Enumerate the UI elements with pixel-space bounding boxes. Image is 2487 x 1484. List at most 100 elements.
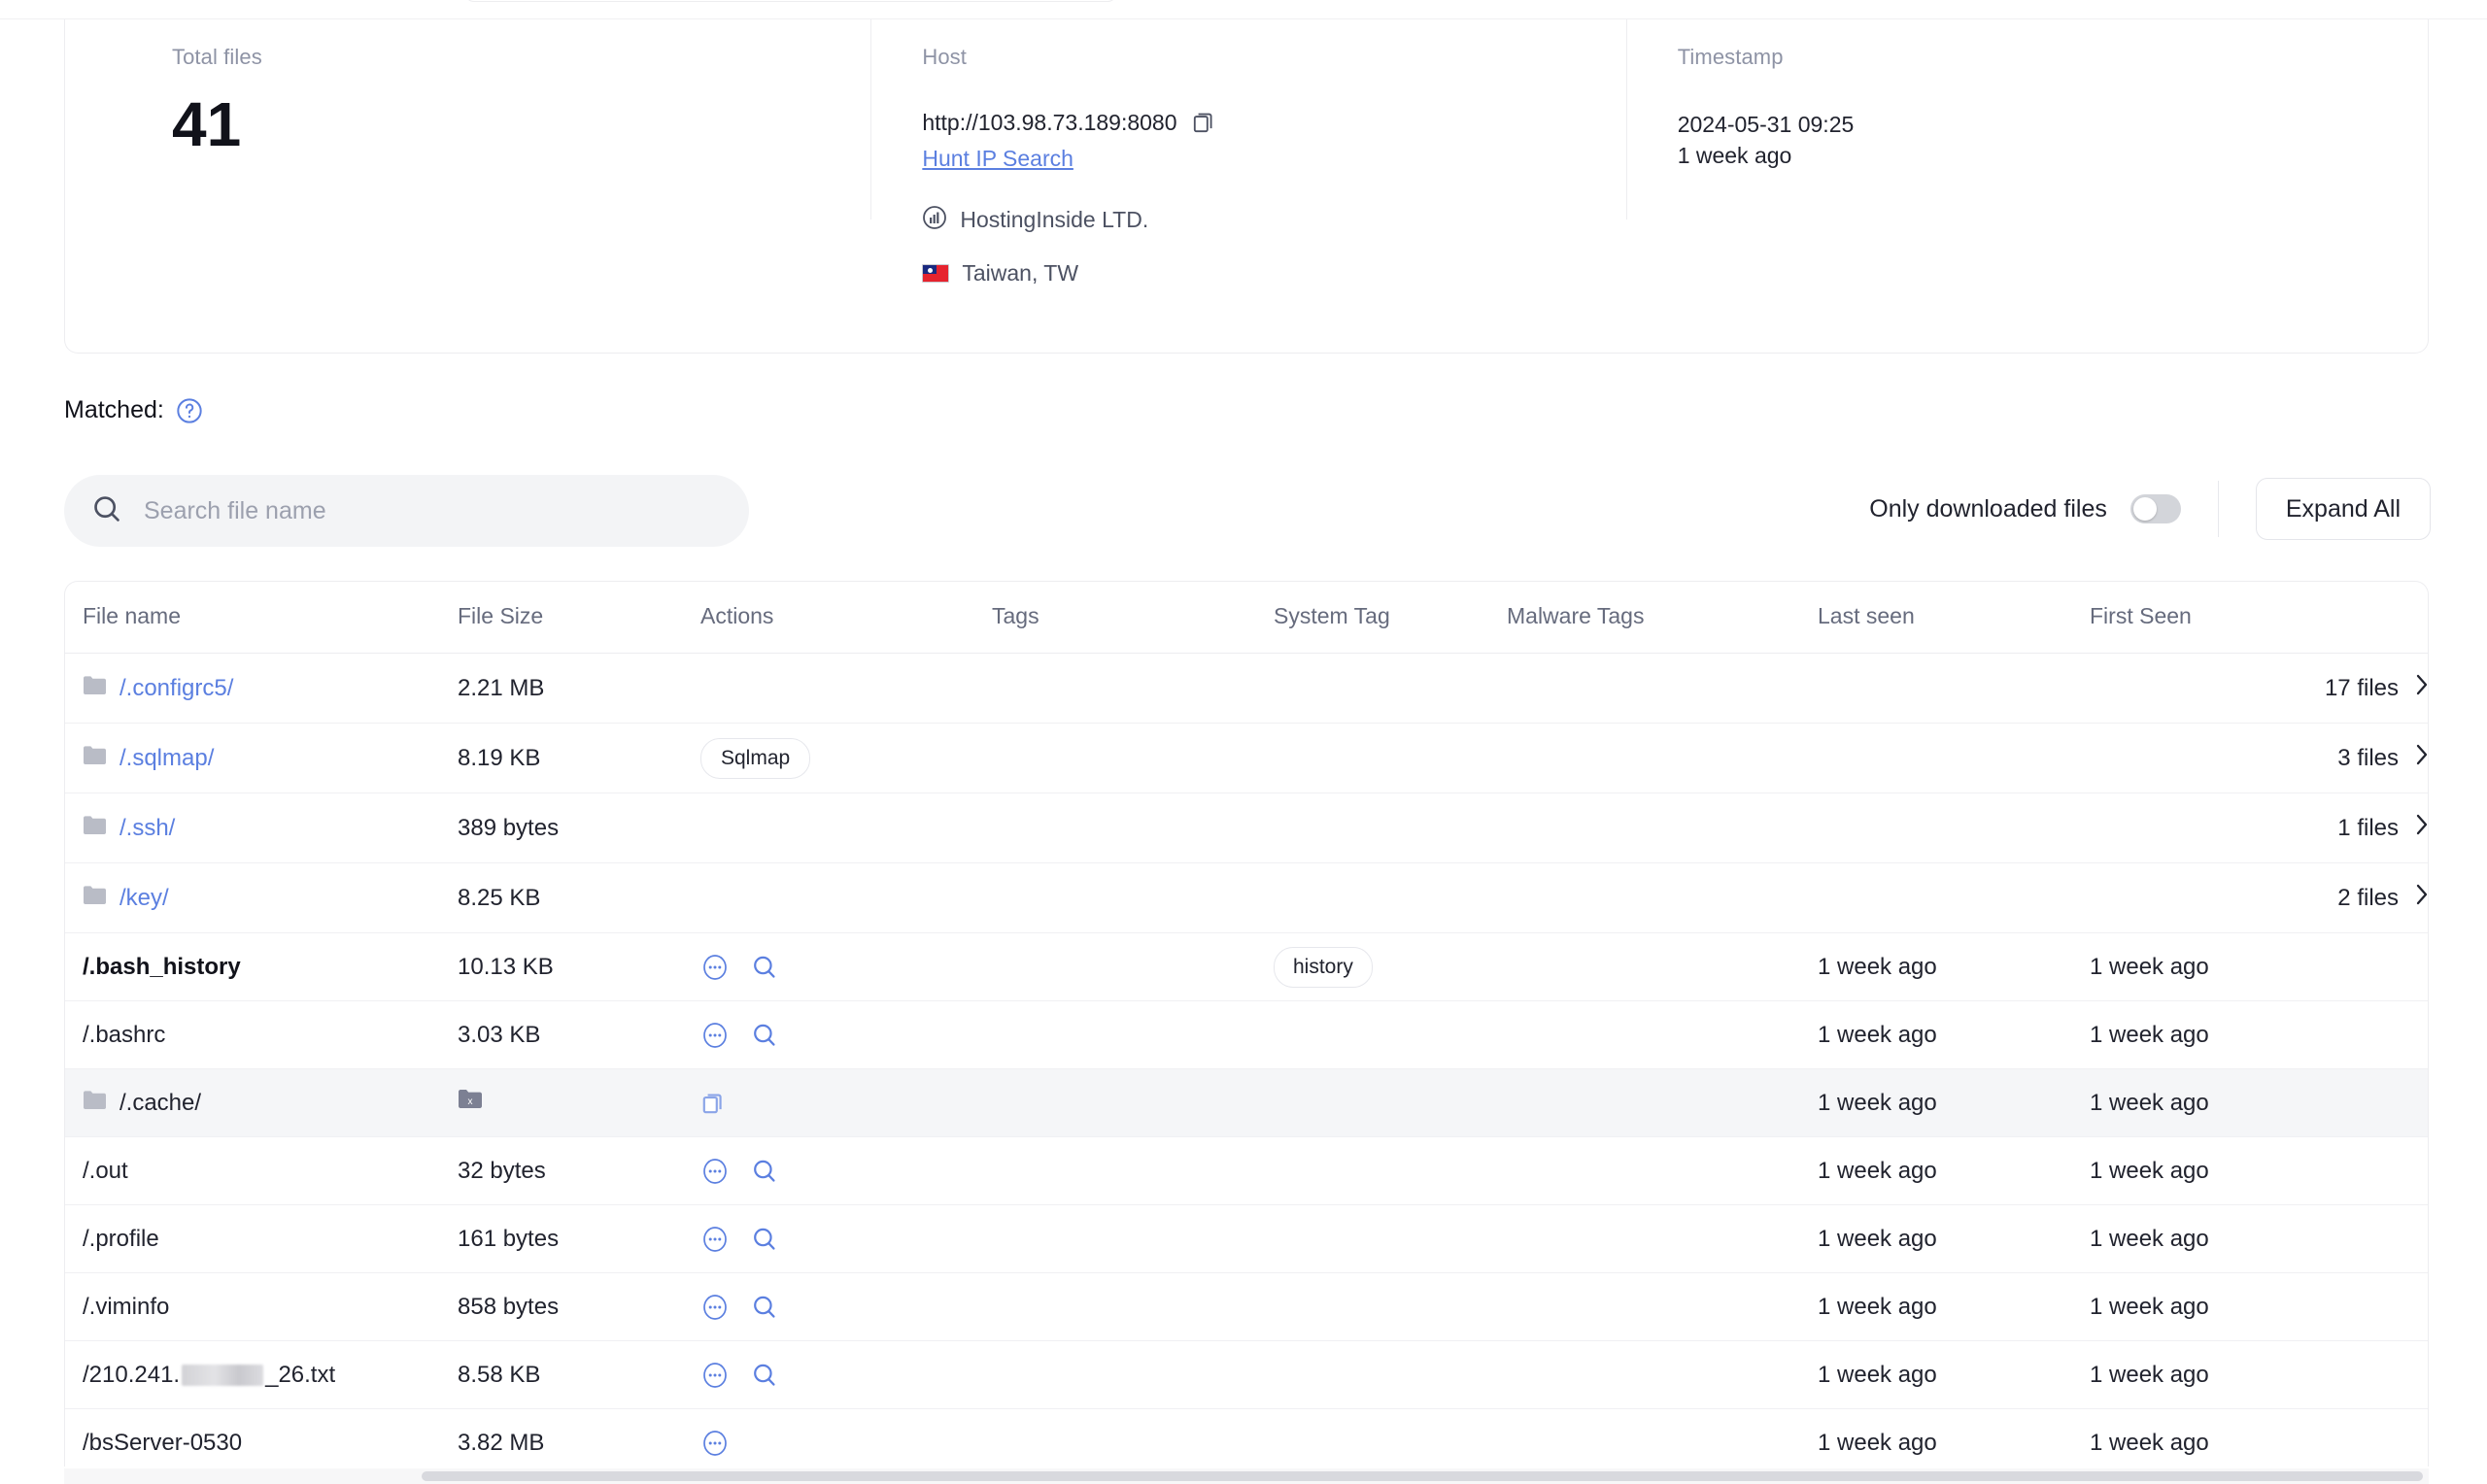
host-label: Host — [922, 45, 1625, 70]
total-files-value: 41 — [172, 87, 870, 161]
table-row[interactable]: /bsServer-05303.82 MB1 week ago1 week ag… — [65, 1409, 2429, 1467]
column-header-system-tag[interactable]: System Tag — [1274, 582, 1507, 654]
only-downloaded-files-toggle[interactable] — [2130, 494, 2181, 523]
cell-file-name: /210.241._26.txt — [65, 1341, 458, 1409]
cell-folder-file-count[interactable]: 3 files — [992, 724, 2429, 793]
cell-malware-tags — [1507, 1137, 1818, 1205]
cell-actions — [700, 1069, 992, 1137]
cell-file-name: /.viminfo — [65, 1273, 458, 1341]
cell-folder-file-count[interactable]: 1 files — [992, 793, 2429, 863]
host-geo-row: Taiwan, TW — [922, 260, 1625, 287]
expand-all-button[interactable]: Expand All — [2256, 478, 2431, 540]
table-row[interactable]: /.viminfo858 bytes1 week ago1 week ago — [65, 1273, 2429, 1341]
cell-last-seen: 1 week ago — [1818, 1273, 2090, 1341]
file-name-label[interactable]: /.ssh/ — [119, 815, 175, 842]
cell-tags — [992, 1205, 1274, 1273]
controls-divider — [2218, 481, 2219, 537]
timestamp-relative: 1 week ago — [1678, 140, 2428, 171]
inspect-search-icon[interactable] — [751, 1226, 778, 1253]
cell-system-tag — [1274, 1205, 1507, 1273]
cell-system-tag — [1274, 1137, 1507, 1205]
column-header-tags[interactable]: Tags — [992, 582, 1274, 654]
file-table-body: /.configrc5/2.21 MB17 files/.sqlmap/8.19… — [65, 654, 2429, 1467]
inspect-search-icon[interactable] — [751, 1294, 778, 1321]
cell-tags — [992, 1273, 1274, 1341]
copy-icon[interactable] — [700, 1091, 726, 1116]
folder-icon — [83, 744, 106, 772]
more-options-icon[interactable] — [700, 1225, 730, 1254]
folder-file-count-label: 3 files — [2337, 745, 2399, 772]
table-row[interactable]: /.configrc5/2.21 MB 17 files — [65, 654, 2429, 724]
cell-actions — [700, 1341, 992, 1409]
column-header-first-seen[interactable]: First Seen — [2090, 582, 2429, 654]
cell-malware-tags — [1507, 1001, 1818, 1069]
column-header-file-name[interactable]: File name — [65, 582, 458, 654]
inspect-search-icon[interactable] — [751, 1158, 778, 1185]
chevron-right-icon[interactable] — [2414, 672, 2429, 704]
cell-last-seen: 1 week ago — [1818, 1137, 2090, 1205]
top-cutoff-card — [464, 0, 1117, 2]
cell-first-seen: 1 week ago — [2090, 1205, 2429, 1273]
cell-folder-file-count[interactable]: 2 files — [992, 863, 2429, 933]
more-options-icon[interactable] — [700, 1429, 730, 1458]
cell-folder-file-count[interactable]: 17 files — [992, 654, 2429, 724]
inspect-search-icon[interactable] — [751, 1362, 778, 1389]
table-row[interactable]: /.sqlmap/8.19 KBSqlmap3 files — [65, 724, 2429, 793]
host-org-row: HostingInside LTD. — [922, 205, 1625, 235]
file-name-label[interactable]: /.sqlmap/ — [119, 745, 214, 772]
cell-tags — [992, 1341, 1274, 1409]
file-name-label[interactable]: /key/ — [119, 885, 169, 912]
more-options-icon[interactable] — [700, 1021, 730, 1050]
cell-file-name: /.bash_history — [65, 933, 458, 1001]
timestamp-section: Timestamp 2024-05-31 09:25 1 week ago — [1626, 19, 2428, 219]
taiwan-flag-icon — [922, 264, 949, 283]
cell-malware-tags — [1507, 1273, 1818, 1341]
table-row[interactable]: /.bashrc3.03 KB1 week ago1 week ago — [65, 1001, 2429, 1069]
cell-file-size: 3.82 MB — [458, 1409, 700, 1467]
table-row[interactable]: /.ssh/389 bytes1 files — [65, 793, 2429, 863]
folder-excluded-icon: x — [458, 1091, 483, 1117]
timestamp-label: Timestamp — [1678, 45, 2428, 70]
copy-icon[interactable] — [1191, 110, 1216, 135]
more-options-icon[interactable] — [700, 1157, 730, 1186]
horizontal-scrollbar-track[interactable] — [64, 1468, 2429, 1484]
column-header-malware-tags[interactable]: Malware Tags — [1507, 582, 1818, 654]
search-input[interactable] — [142, 496, 722, 526]
table-row[interactable]: /.profile161 bytes1 week ago1 week ago — [65, 1205, 2429, 1273]
help-circle-icon[interactable] — [176, 397, 203, 424]
table-row[interactable]: /.bash_history10.13 KBhistory1 week ago1… — [65, 933, 2429, 1001]
cell-tags — [992, 1001, 1274, 1069]
chevron-right-icon[interactable] — [2414, 742, 2429, 774]
folder-icon — [83, 674, 106, 702]
folder-icon — [83, 814, 106, 842]
more-options-icon[interactable] — [700, 1361, 730, 1390]
horizontal-scrollbar-thumb[interactable] — [422, 1471, 2423, 1481]
column-header-file-size[interactable]: File Size — [458, 582, 700, 654]
folder-file-count-label: 1 files — [2337, 815, 2399, 842]
svg-text:x: x — [468, 1096, 473, 1107]
table-row[interactable]: /210.241._26.txt8.58 KB1 week ago1 week … — [65, 1341, 2429, 1409]
column-header-last-seen[interactable]: Last seen — [1818, 582, 2090, 654]
cell-actions: Sqlmap — [700, 724, 992, 793]
chevron-right-icon[interactable] — [2414, 812, 2429, 844]
more-options-icon[interactable] — [700, 953, 730, 982]
hunt-ip-search-link[interactable]: Hunt IP Search — [922, 146, 1073, 172]
table-row[interactable]: /key/8.25 KB2 files — [65, 863, 2429, 933]
chevron-right-icon[interactable] — [2414, 882, 2429, 914]
inspect-search-icon[interactable] — [751, 1022, 778, 1049]
cell-last-seen: 1 week ago — [1818, 1341, 2090, 1409]
cell-malware-tags — [1507, 1341, 1818, 1409]
system-tag-pill[interactable]: history — [1274, 947, 1373, 988]
cell-file-size: 2.21 MB — [458, 654, 700, 724]
tag-pill[interactable]: Sqlmap — [700, 738, 810, 779]
file-name-label[interactable]: /.configrc5/ — [119, 675, 233, 702]
table-row[interactable]: /.cache/x1 week ago1 week ago — [65, 1069, 2429, 1137]
file-table-container: File name File Size Actions Tags System … — [64, 581, 2429, 1467]
table-row[interactable]: /.out32 bytes1 week ago1 week ago — [65, 1137, 2429, 1205]
column-header-actions[interactable]: Actions — [700, 582, 992, 654]
search-box[interactable] — [64, 475, 749, 547]
inspect-search-icon[interactable] — [751, 954, 778, 981]
cell-malware-tags — [1507, 933, 1818, 1001]
more-options-icon[interactable] — [700, 1293, 730, 1322]
host-geo: Taiwan, TW — [962, 260, 1078, 287]
